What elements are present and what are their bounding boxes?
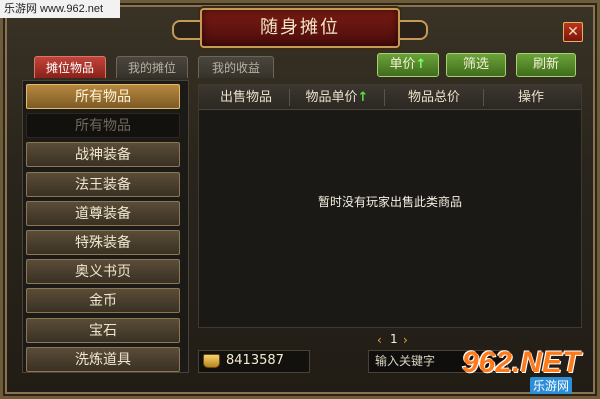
category-item[interactable]: 奥义书页 (26, 259, 180, 285)
sort-price-label: 单价 (389, 57, 416, 72)
category-item[interactable]: 特殊装备 (26, 230, 180, 255)
gold-ingot-icon (203, 354, 220, 368)
gold-amount: 8413587 (226, 353, 284, 368)
col-unit-price-label: 物品单价 (305, 90, 358, 105)
site-logo-sub: 乐游网 (530, 377, 573, 394)
sort-arrow-icon: ↑ (357, 90, 369, 105)
category-item[interactable]: 所有物品 (26, 113, 180, 139)
empty-message: 暂时没有玩家出售此类商品 (317, 195, 462, 209)
close-icon[interactable]: ✕ (563, 22, 583, 42)
category-item[interactable]: 所有物品 (26, 84, 180, 109)
arrow-up-icon: ↑ (415, 57, 427, 72)
site-logo: 962.NET (462, 346, 581, 379)
category-item[interactable]: 战神装备 (26, 142, 180, 168)
window-title: 随身摊位 (260, 17, 340, 38)
col-item[interactable]: 出售物品 (203, 85, 289, 110)
tab-stall-items[interactable]: 摊位物品 (34, 56, 106, 78)
pager-next-icon[interactable]: › (403, 333, 408, 347)
tab-my-stall[interactable]: 我的摊位 (116, 56, 188, 78)
col-action[interactable]: 操作 (484, 85, 578, 110)
watermark: 乐游网 www.962.net (0, 0, 120, 18)
pager-page: 1 (390, 332, 398, 346)
pager-prev-icon[interactable]: ‹ (377, 333, 382, 347)
category-item[interactable]: 金币 (26, 288, 180, 314)
col-unit-price[interactable]: 物品单价↑ (290, 85, 384, 110)
refresh-button[interactable]: 刷新 (516, 53, 576, 77)
category-item[interactable]: 法王装备 (26, 171, 180, 197)
category-item[interactable]: 道尊装备 (26, 200, 180, 226)
col-total-price[interactable]: 物品总价 (385, 85, 483, 110)
tab-my-earnings[interactable]: 我的收益 (198, 56, 274, 78)
category-item[interactable]: 宝石 (26, 317, 180, 343)
filter-button[interactable]: 筛选 (446, 53, 506, 77)
sort-price-button[interactable]: 单价↑ (377, 53, 439, 77)
category-item[interactable]: 洗炼道具 (26, 346, 180, 372)
